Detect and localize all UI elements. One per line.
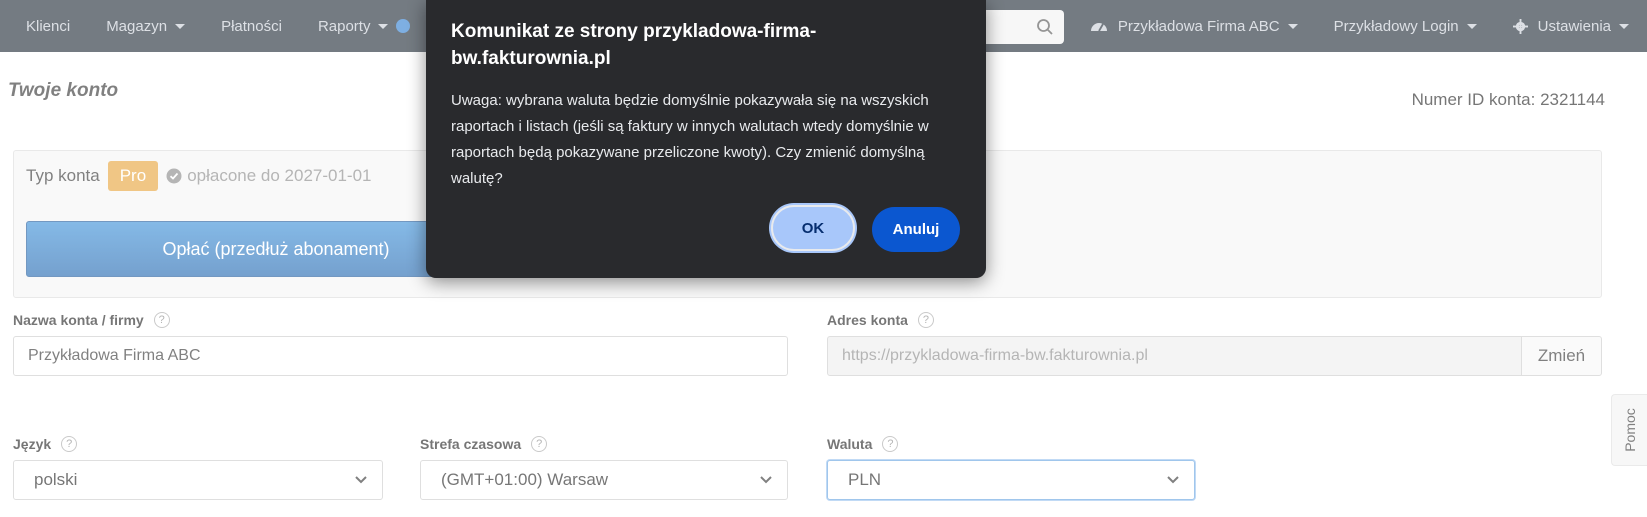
dialog-title: Komunikat ze strony przykladowa-firma-bw… (451, 21, 817, 69)
dialog-message: Uwaga: wybrana waluta będzie domyślnie p… (451, 92, 929, 187)
confirm-dialog: Komunikat ze strony przykladowa-firma-bw… (426, 0, 986, 278)
cancel-button[interactable]: Anuluj (872, 207, 960, 252)
ok-button[interactable]: OK (771, 205, 855, 251)
